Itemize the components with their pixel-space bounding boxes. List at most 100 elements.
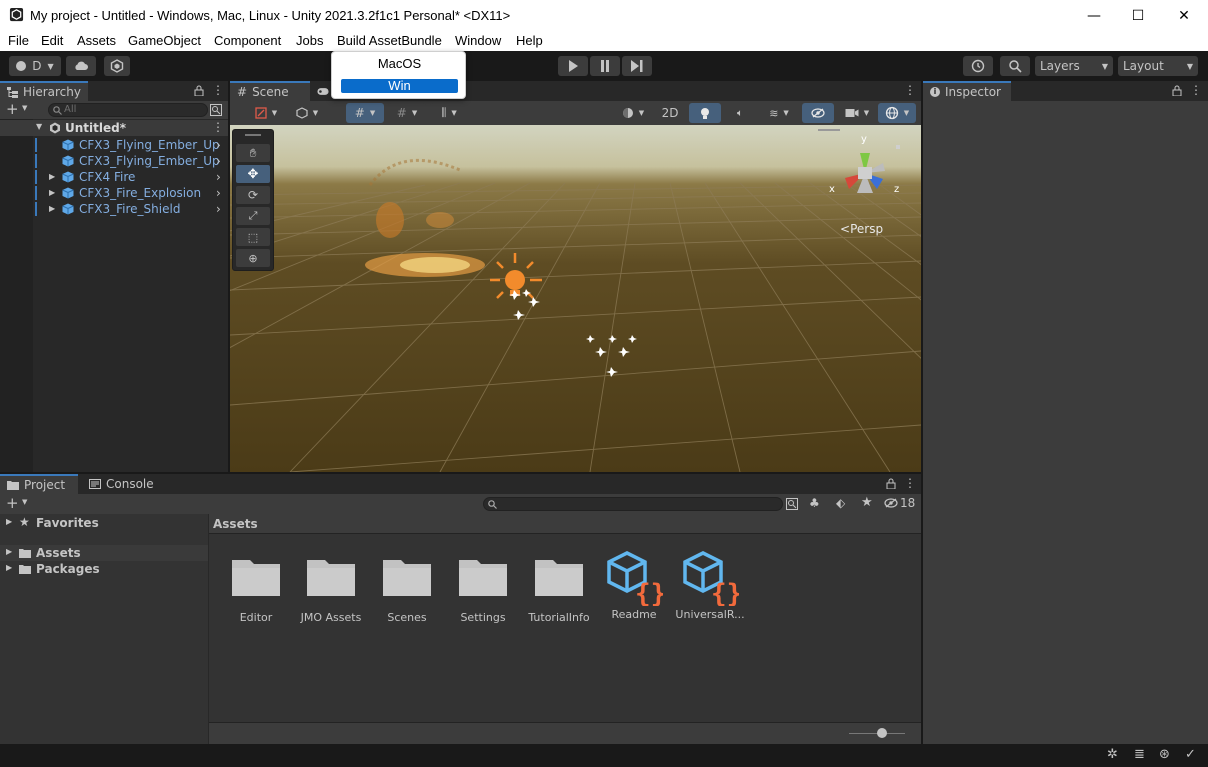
- drag-handle[interactable]: [245, 134, 261, 136]
- menu-window[interactable]: Window: [455, 33, 501, 48]
- breadcrumb-assets[interactable]: Assets: [213, 517, 258, 531]
- tool-handle-dropdown[interactable]: ▼: [247, 103, 285, 123]
- search-options-icon[interactable]: [786, 498, 798, 510]
- hierarchy-item[interactable]: CFX3_Flying_Ember_Up ›: [0, 153, 228, 169]
- chevron-right-icon[interactable]: ›: [216, 201, 221, 217]
- lighting-toggle[interactable]: [689, 103, 721, 123]
- play-button[interactable]: [558, 56, 588, 76]
- menu-component[interactable]: Component: [214, 33, 281, 48]
- filter-by-label-icon[interactable]: ⬖: [836, 496, 845, 510]
- asset-folder[interactable]: Editor: [221, 556, 291, 624]
- grid-visibility-dropdown[interactable]: # ▼: [388, 103, 426, 123]
- increment-snap-dropdown[interactable]: ⫼ ▼: [430, 103, 468, 123]
- chevron-right-icon[interactable]: ›: [216, 153, 221, 169]
- audio-toggle[interactable]: 🔈︎: [724, 103, 756, 123]
- scene-viewport[interactable]: ✋︎ ✥ ⟳ ⤢ ⬚ ⊕ y x z <Persp: [230, 125, 921, 472]
- tab-console[interactable]: Console: [82, 474, 162, 494]
- chevron-down-icon[interactable]: ▼: [22, 498, 27, 506]
- scene-row[interactable]: ▼ Untitled* ⋮: [0, 120, 228, 136]
- tab-hierarchy[interactable]: Hierarchy: [0, 81, 88, 101]
- camera-dropdown[interactable]: ▼: [838, 103, 876, 123]
- menu-assets[interactable]: Assets: [77, 33, 116, 48]
- debug-bug-icon[interactable]: ✲: [1107, 747, 1118, 762]
- layout-dropdown[interactable]: Layout ▼: [1118, 56, 1198, 76]
- asset-script[interactable]: {} Readme: [599, 550, 669, 621]
- menu-item-macos[interactable]: MacOS: [341, 57, 458, 71]
- chevron-right-icon[interactable]: ›: [216, 137, 221, 153]
- expand-arrow-icon[interactable]: ▶: [49, 169, 55, 185]
- asset-folder[interactable]: TutorialInfo: [524, 556, 594, 624]
- gizmo-drag-handle[interactable]: [818, 129, 840, 131]
- hidden-packages-toggle[interactable]: 18: [884, 496, 915, 510]
- hierarchy-item[interactable]: ▶ CFX4 Fire ›: [0, 169, 228, 185]
- kebab-menu-icon[interactable]: ⋮: [1190, 83, 1202, 97]
- tree-item-packages[interactable]: ▶ Packages: [0, 561, 208, 577]
- icon-size-slider-thumb[interactable]: [877, 728, 887, 738]
- chevron-down-icon[interactable]: ▼: [22, 104, 27, 112]
- menu-gameobject[interactable]: GameObject: [128, 33, 201, 48]
- perspective-toggle[interactable]: <Persp: [840, 222, 883, 236]
- hand-tool-button[interactable]: ✋︎: [236, 144, 270, 162]
- move-tool-button[interactable]: ✥: [236, 165, 270, 183]
- pause-button[interactable]: [590, 56, 620, 76]
- collab-button[interactable]: [104, 56, 130, 76]
- step-button[interactable]: [622, 56, 652, 76]
- tree-item-assets[interactable]: ▶ Assets: [0, 545, 208, 561]
- account-button[interactable]: D ▼: [9, 56, 61, 76]
- kebab-menu-icon[interactable]: ⋮: [904, 476, 916, 490]
- scale-tool-button[interactable]: ⤢: [236, 207, 270, 225]
- layers-dropdown[interactable]: Layers ▼: [1035, 56, 1113, 76]
- menu-build-assetbundle[interactable]: Build AssetBundle: [337, 33, 442, 48]
- asset-script[interactable]: {} UniversalR...: [675, 550, 745, 621]
- tab-inspector[interactable]: i Inspector: [923, 81, 1011, 101]
- expand-arrow-icon[interactable]: ▼: [36, 122, 42, 131]
- mode-2d-button[interactable]: 2D: [654, 103, 686, 123]
- pivot-dropdown[interactable]: ▼: [288, 103, 326, 123]
- hierarchy-item[interactable]: CFX3_Flying_Ember_Up ›: [0, 137, 228, 153]
- hierarchy-item[interactable]: ▶ CFX3_Fire_Shield ›: [0, 201, 228, 217]
- expand-arrow-icon[interactable]: ▶: [6, 547, 12, 556]
- cache-server-icon[interactable]: ≣: [1134, 747, 1145, 762]
- orientation-gizmo[interactable]: [827, 133, 907, 213]
- menu-jobs[interactable]: Jobs: [296, 33, 323, 48]
- hierarchy-search-input[interactable]: All: [48, 103, 208, 117]
- rect-tool-button[interactable]: ⬚: [236, 228, 270, 246]
- chevron-right-icon[interactable]: ›: [216, 185, 221, 201]
- cloud-button[interactable]: [66, 56, 96, 76]
- close-button[interactable]: ✕: [1161, 0, 1207, 31]
- effects-dropdown[interactable]: ≋ ▼: [760, 103, 798, 123]
- kebab-menu-icon[interactable]: ⋮: [212, 120, 224, 134]
- expand-arrow-icon[interactable]: ▶: [6, 517, 12, 526]
- search-options-icon[interactable]: [210, 104, 222, 116]
- progress-check-icon[interactable]: ✓: [1185, 747, 1196, 762]
- chevron-right-icon[interactable]: ›: [216, 169, 221, 185]
- asset-folder[interactable]: Scenes: [372, 556, 442, 624]
- scene-visibility-toggle[interactable]: [802, 103, 834, 123]
- expand-arrow-icon[interactable]: ▶: [6, 563, 12, 572]
- create-plus-icon[interactable]: +: [6, 100, 19, 118]
- hierarchy-item[interactable]: ▶ CFX3_Fire_Explosion ›: [0, 185, 228, 201]
- minimize-button[interactable]: —: [1071, 0, 1117, 31]
- tab-project[interactable]: Project: [0, 474, 78, 494]
- kebab-menu-icon[interactable]: ⋮: [212, 83, 224, 97]
- create-plus-icon[interactable]: +: [6, 494, 19, 512]
- lock-icon[interactable]: [1172, 85, 1182, 96]
- maximize-button[interactable]: ☐: [1115, 0, 1161, 31]
- undo-history-button[interactable]: [963, 56, 993, 76]
- menu-edit[interactable]: Edit: [41, 33, 63, 48]
- menu-item-win[interactable]: Win: [341, 79, 458, 93]
- filter-by-type-icon[interactable]: ♣: [809, 496, 820, 510]
- network-icon[interactable]: ⊛: [1159, 747, 1170, 762]
- expand-arrow-icon[interactable]: ▶: [49, 185, 55, 201]
- grid-snapping-dropdown[interactable]: # ▼: [346, 103, 384, 123]
- menu-file[interactable]: File: [8, 33, 29, 48]
- tab-scene[interactable]: # Scene: [230, 81, 310, 101]
- kebab-menu-icon[interactable]: ⋮: [904, 83, 916, 97]
- project-search-input[interactable]: [483, 497, 783, 511]
- lock-icon[interactable]: [194, 85, 204, 96]
- favorite-star-icon[interactable]: ★: [861, 495, 873, 510]
- rotate-tool-button[interactable]: ⟳: [236, 186, 270, 204]
- expand-arrow-icon[interactable]: ▶: [49, 201, 55, 217]
- draw-mode-dropdown[interactable]: ▼: [614, 103, 652, 123]
- menu-help[interactable]: Help: [516, 33, 543, 48]
